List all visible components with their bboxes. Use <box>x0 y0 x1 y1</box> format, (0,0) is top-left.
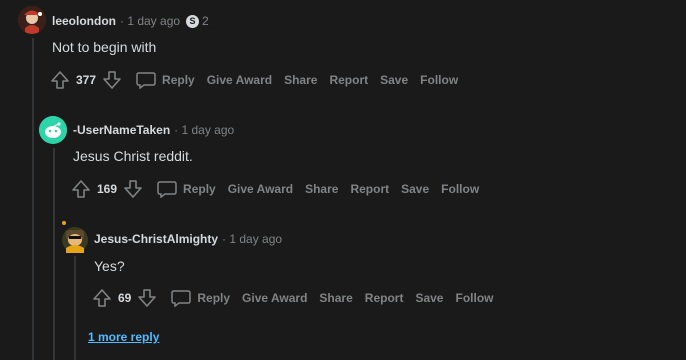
save-button[interactable]: Save <box>415 291 443 305</box>
downvote-icon[interactable] <box>123 179 143 199</box>
comment-icon <box>136 72 156 89</box>
downvote-icon[interactable] <box>137 288 157 308</box>
save-button[interactable]: Save <box>401 182 429 196</box>
thread-line[interactable] <box>53 148 55 360</box>
avatar-image <box>62 221 88 253</box>
report-button[interactable]: Report <box>329 73 368 87</box>
follow-button[interactable]: Follow <box>455 291 493 305</box>
avatar[interactable] <box>18 6 46 34</box>
share-button[interactable]: Share <box>319 291 352 305</box>
avatar[interactable] <box>60 220 90 254</box>
comment-body: Yes? <box>94 258 125 274</box>
give-award-button[interactable]: Give Award <box>228 182 293 196</box>
comment-author[interactable]: leeolondon <box>52 14 116 28</box>
reply-button[interactable]: Reply <box>157 180 216 198</box>
reply-button[interactable]: Reply <box>136 71 195 89</box>
comment-timestamp[interactable]: · 1 day ago <box>120 14 180 28</box>
reply-button[interactable]: Reply <box>171 289 230 307</box>
thread-line[interactable] <box>74 256 76 360</box>
comment-author[interactable]: -UserNameTaken <box>73 123 170 137</box>
avatar-image <box>39 116 67 144</box>
vote-count: 377 <box>76 73 97 87</box>
comment-icon <box>171 290 192 307</box>
avatar[interactable] <box>39 116 67 144</box>
upvote-icon[interactable] <box>71 179 91 199</box>
report-button[interactable]: Report <box>350 182 389 196</box>
comment-icon <box>157 181 177 198</box>
share-button[interactable]: Share <box>284 73 317 87</box>
avatar-image <box>18 6 46 34</box>
upvote-icon[interactable] <box>92 288 112 308</box>
comment-timestamp[interactable]: · 1 day ago <box>222 232 282 246</box>
award-badge-icon[interactable]: S <box>186 14 200 28</box>
follow-button[interactable]: Follow <box>420 73 458 87</box>
report-button[interactable]: Report <box>365 291 404 305</box>
give-award-button[interactable]: Give Award <box>242 291 307 305</box>
award-count: 2 <box>202 14 209 28</box>
comment-body: Not to begin with <box>52 39 157 55</box>
thread-line[interactable] <box>32 38 34 360</box>
comment-timestamp[interactable]: · 1 day ago <box>174 123 234 137</box>
vote-count: 169 <box>97 182 118 196</box>
share-button[interactable]: Share <box>305 182 338 196</box>
follow-button[interactable]: Follow <box>441 182 479 196</box>
downvote-icon[interactable] <box>102 70 122 90</box>
vote-count: 69 <box>118 291 132 305</box>
upvote-icon[interactable] <box>50 70 70 90</box>
comment-body: Jesus Christ reddit. <box>73 148 193 164</box>
save-button[interactable]: Save <box>380 73 408 87</box>
comment-author[interactable]: Jesus-ChristAlmighty <box>94 232 218 246</box>
give-award-button[interactable]: Give Award <box>207 73 272 87</box>
more-replies-link[interactable]: 1 more reply <box>88 330 159 344</box>
